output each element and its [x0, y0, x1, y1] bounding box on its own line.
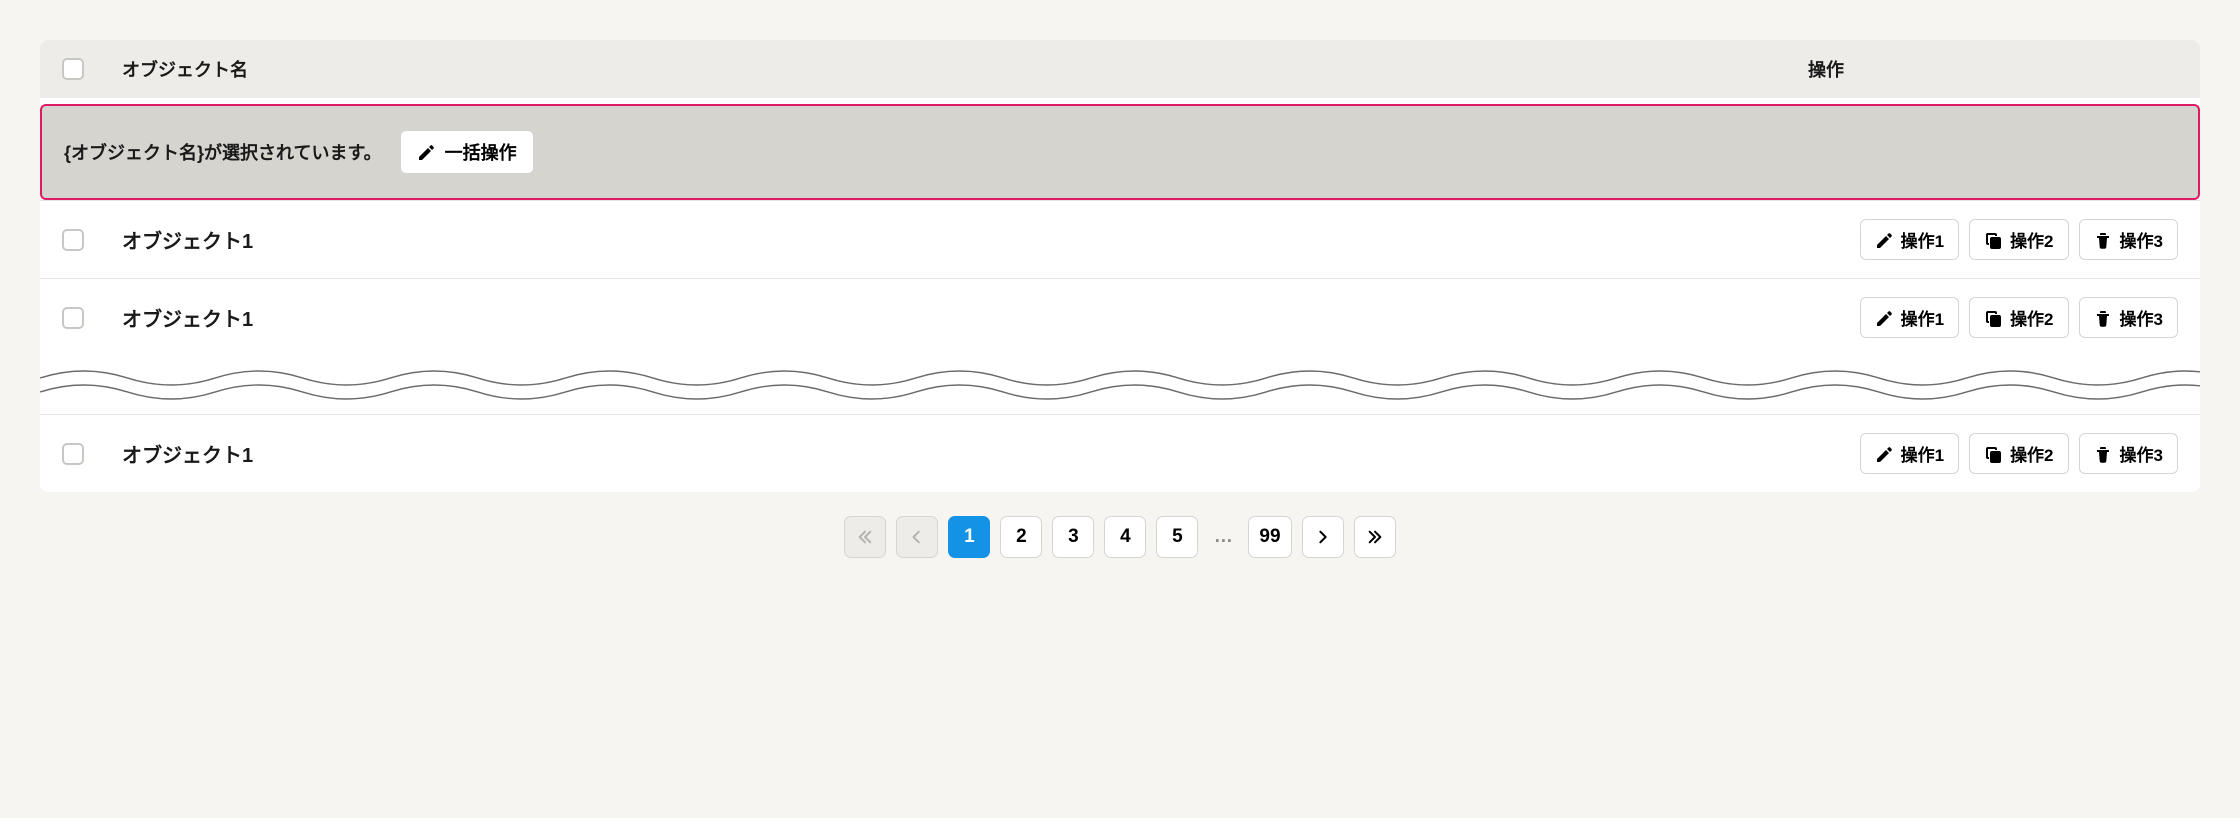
table-row: オブジェクト1 操作1 操作2 操作3	[40, 278, 2200, 356]
bulk-action-button[interactable]: 一括操作	[400, 130, 534, 174]
action-label: 操作2	[2010, 441, 2053, 466]
pagination-page-button[interactable]: 1	[948, 516, 990, 558]
copy-button[interactable]: 操作2	[1969, 297, 2068, 338]
double-chevron-right-icon	[1367, 529, 1383, 545]
data-table: オブジェクト名 操作 {オブジェクト名}が選択されています。 一括操作 オブジェ…	[40, 40, 2200, 492]
row-actions: 操作1 操作2 操作3	[1860, 219, 2178, 260]
pagination-page-button[interactable]: 5	[1156, 516, 1198, 558]
row-checkbox-cell	[62, 307, 122, 329]
pencil-icon	[1875, 231, 1893, 249]
row-checkbox-cell	[62, 443, 122, 465]
header-checkbox-cell	[62, 58, 122, 80]
copy-icon	[1984, 309, 2002, 327]
header-name-col: オブジェクト名	[122, 56, 1798, 82]
pagination-next-button[interactable]	[1302, 516, 1344, 558]
pagination-prev-button[interactable]	[896, 516, 938, 558]
copy-icon	[1984, 231, 2002, 249]
truncation-separator	[40, 356, 2200, 414]
row-name: オブジェクト1	[122, 439, 1860, 468]
row-actions: 操作1 操作2 操作3	[1860, 297, 2178, 338]
action-label: 操作3	[2120, 227, 2163, 252]
copy-button[interactable]: 操作2	[1969, 219, 2068, 260]
row-actions: 操作1 操作2 操作3	[1860, 433, 2178, 474]
copy-button[interactable]: 操作2	[1969, 433, 2068, 474]
row-name: オブジェクト1	[122, 225, 1860, 254]
pagination-first-button[interactable]	[844, 516, 886, 558]
table-row: オブジェクト1 操作1 操作2 操作3	[40, 200, 2200, 278]
chevron-right-icon	[1315, 529, 1331, 545]
row-checkbox[interactable]	[62, 229, 84, 251]
select-all-checkbox[interactable]	[62, 58, 84, 80]
trash-icon	[2094, 445, 2112, 463]
pagination-ellipsis: …	[1208, 526, 1238, 548]
action-label: 操作3	[2120, 441, 2163, 466]
bulk-action-label: 一括操作	[445, 139, 517, 165]
selection-bar: {オブジェクト名}が選択されています。 一括操作	[40, 104, 2200, 200]
pagination-page-button[interactable]: 4	[1104, 516, 1146, 558]
action-label: 操作3	[2120, 305, 2163, 330]
action-label: 操作1	[1901, 227, 1944, 252]
edit-button[interactable]: 操作1	[1860, 297, 1959, 338]
double-chevron-left-icon	[857, 529, 873, 545]
chevron-left-icon	[909, 529, 925, 545]
row-checkbox[interactable]	[62, 443, 84, 465]
edit-button[interactable]: 操作1	[1860, 433, 1959, 474]
delete-button[interactable]: 操作3	[2079, 297, 2178, 338]
pencil-icon	[1875, 309, 1893, 327]
trash-icon	[2094, 309, 2112, 327]
action-label: 操作2	[2010, 227, 2053, 252]
delete-button[interactable]: 操作3	[2079, 219, 2178, 260]
action-label: 操作1	[1901, 305, 1944, 330]
row-name: オブジェクト1	[122, 303, 1860, 332]
delete-button[interactable]: 操作3	[2079, 433, 2178, 474]
action-label: 操作1	[1901, 441, 1944, 466]
copy-icon	[1984, 445, 2002, 463]
pagination-page-button[interactable]: 3	[1052, 516, 1094, 558]
selection-message: {オブジェクト名}が選択されています。	[64, 139, 382, 165]
pagination-last-button[interactable]	[1354, 516, 1396, 558]
row-checkbox-cell	[62, 229, 122, 251]
edit-button[interactable]: 操作1	[1860, 219, 1959, 260]
pencil-icon	[417, 143, 435, 161]
pagination-page-button[interactable]: 99	[1248, 516, 1291, 558]
row-checkbox[interactable]	[62, 307, 84, 329]
pagination: 1 2 3 4 5 … 99	[40, 492, 2200, 562]
pencil-icon	[1875, 445, 1893, 463]
table-header: オブジェクト名 操作	[40, 40, 2200, 98]
table-row: オブジェクト1 操作1 操作2 操作3	[40, 414, 2200, 492]
pagination-page-button[interactable]: 2	[1000, 516, 1042, 558]
header-actions-col: 操作	[1798, 56, 2178, 82]
trash-icon	[2094, 231, 2112, 249]
action-label: 操作2	[2010, 305, 2053, 330]
